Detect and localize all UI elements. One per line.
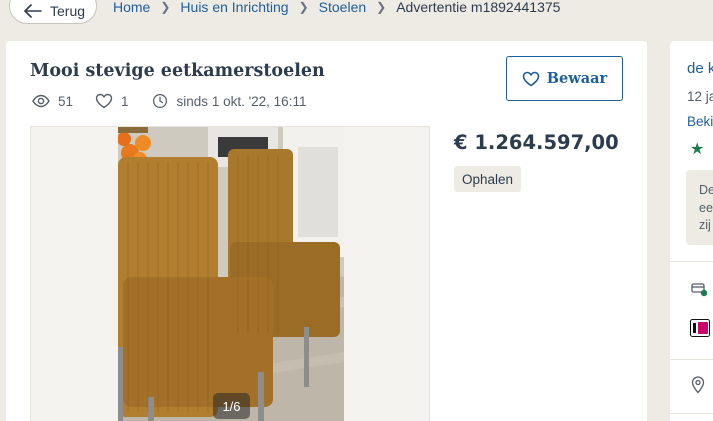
listing-card: Mooi stevige eetkamerstoelen 51 1 sinds … (6, 41, 647, 421)
seller-note-line: De (699, 183, 713, 197)
breadcrumb-stoelen[interactable]: Stoelen (319, 0, 366, 15)
ideal-icon (690, 319, 710, 337)
save-label: Bewaar (546, 70, 608, 87)
views-count: 51 (58, 93, 74, 109)
photo-gallery[interactable]: 1/6 (30, 126, 430, 421)
seller-note: De ee zij (686, 170, 713, 245)
seller-since: 12 ja (687, 89, 713, 104)
listing-photo[interactable] (118, 127, 344, 421)
photo-counter: 1/6 (213, 393, 250, 419)
eye-icon (32, 94, 50, 108)
listing-price: € 1.264.597,00 (454, 131, 619, 154)
listing-stats: 51 1 sinds 1 okt. '22, 16:11 (32, 93, 328, 109)
heart-icon (522, 71, 540, 86)
favorites-stat: 1 (95, 93, 129, 109)
save-button[interactable]: Bewaar (506, 56, 623, 101)
breadcrumb-current: Advertentie m1892441375 (396, 0, 561, 15)
arrow-left-icon (24, 4, 42, 18)
star-icon: ★ (690, 141, 705, 158)
chevron-right-icon: ❯ (376, 0, 387, 14)
breadcrumb-home[interactable]: Home (113, 0, 150, 15)
divider (670, 261, 713, 262)
chevron-right-icon: ❯ (160, 0, 171, 14)
date-stat: sinds 1 okt. '22, 16:11 (151, 93, 307, 109)
seller-note-line: ee (699, 200, 713, 215)
top-navigation: Terug Home ❯ Huis en Inrichting ❯ Stoele… (0, 0, 713, 30)
breadcrumb: Home ❯ Huis en Inrichting ❯ Stoelen ❯ Ad… (113, 0, 560, 15)
back-button[interactable]: Terug (9, 0, 97, 24)
views-stat: 51 (32, 93, 73, 109)
favorites-count: 1 (121, 93, 129, 109)
chairs-photo (118, 127, 344, 421)
location-pin-icon (691, 376, 705, 394)
clock-icon (152, 93, 167, 109)
delivery-badge: Ophalen (454, 166, 522, 192)
divider (670, 359, 713, 360)
heart-icon (95, 93, 113, 109)
listing-title: Mooi stevige eetkamerstoelen (30, 61, 325, 81)
payment-check-icon (691, 283, 707, 297)
back-label: Terug (50, 3, 86, 19)
divider (670, 413, 713, 414)
seller-link[interactable]: Beki (687, 114, 713, 129)
listing-date: sinds 1 okt. '22, 16:11 (176, 93, 307, 109)
seller-panel: de k 12 ja Beki ★ De ee zij (670, 41, 713, 421)
breadcrumb-huis-en-inrichting[interactable]: Huis en Inrichting (180, 0, 288, 15)
seller-name[interactable]: de k (687, 60, 713, 77)
seller-note-line: zij (699, 218, 711, 232)
chevron-right-icon: ❯ (298, 0, 309, 14)
